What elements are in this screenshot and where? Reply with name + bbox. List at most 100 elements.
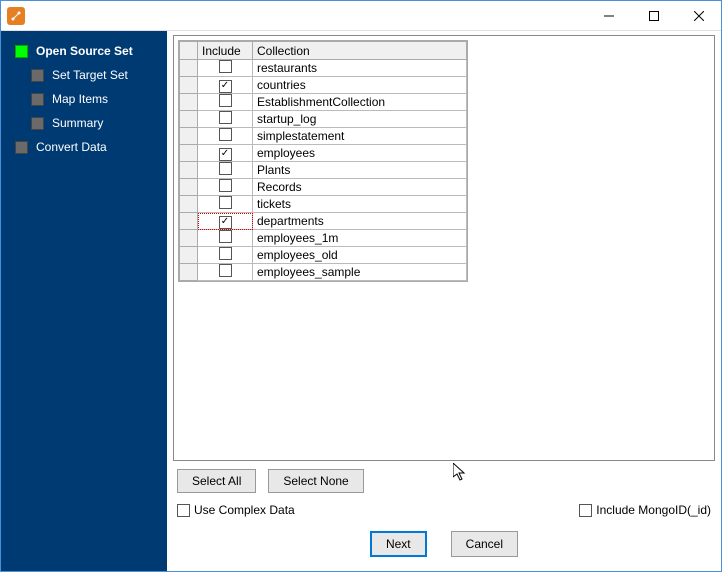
nav-item-label: Open Source Set [36,44,133,58]
include-checkbox[interactable] [219,264,232,277]
nav-step-icon [15,45,28,58]
app-window: Open Source Set Set Target SetMap Items Su… [0,0,722,572]
include-cell[interactable] [198,94,253,111]
minimize-button[interactable] [586,1,631,30]
collection-cell[interactable]: tickets [253,196,467,213]
nav-item-map-items[interactable]: Map Items [1,87,167,111]
collection-cell[interactable]: EstablishmentCollection [253,94,467,111]
table-row: simplestatement [180,128,467,145]
column-header-rownum[interactable] [180,42,198,60]
include-checkbox[interactable] [219,94,232,107]
collection-cell[interactable]: employees_sample [253,264,467,281]
options-row: Use Complex Data Include MongoID(_id) [173,497,715,521]
include-checkbox[interactable] [219,162,232,175]
nav-item-open-source-set[interactable]: Open Source Set [1,39,167,63]
column-header-collection[interactable]: Collection [253,42,467,60]
table-row: EstablishmentCollection [180,94,467,111]
nav-step-icon [31,93,44,106]
include-checkbox[interactable] [219,196,232,209]
nav-item-label: Convert Data [36,140,107,154]
maximize-button[interactable] [631,1,676,30]
row-header[interactable] [180,128,198,145]
select-buttons-row: Select All Select None [173,461,715,497]
nav-item-summary[interactable]: Summary [1,111,167,135]
nav-item-set-target-set[interactable]: Set Target Set [1,63,167,87]
include-cell[interactable] [198,60,253,77]
titlebar [1,1,721,31]
collection-cell[interactable]: countries [253,77,467,94]
collections-table: Include Collection restaurants ✓ countries… [179,41,467,281]
row-header[interactable] [180,60,198,77]
include-cell[interactable]: ✓ [198,77,253,94]
nav-item-convert-data[interactable]: Convert Data [1,135,167,159]
table-row: restaurants [180,60,467,77]
include-cell[interactable] [198,264,253,281]
use-complex-data-label: Use Complex Data [194,503,295,517]
collection-cell[interactable]: Plants [253,162,467,179]
select-all-button[interactable]: Select All [177,469,256,493]
use-complex-data-option[interactable]: Use Complex Data [177,503,295,517]
collection-cell[interactable]: employees [253,145,467,162]
cancel-button[interactable]: Cancel [451,531,518,557]
table-row: ✓ departments [180,213,467,230]
include-mongoid-option[interactable]: Include MongoID(_id) [579,503,711,517]
nav-step-icon [31,69,44,82]
table-row: startup_log [180,111,467,128]
row-header[interactable] [180,213,198,230]
include-cell[interactable]: ✓ [198,145,253,162]
include-cell[interactable] [198,196,253,213]
select-none-button[interactable]: Select None [268,469,363,493]
include-checkbox[interactable] [219,247,232,260]
include-checkbox[interactable] [219,128,232,141]
collection-cell[interactable]: Records [253,179,467,196]
include-cell[interactable] [198,111,253,128]
include-cell[interactable] [198,162,253,179]
include-cell[interactable] [198,179,253,196]
include-cell[interactable] [198,230,253,247]
wizard-sidebar: Open Source Set Set Target SetMap Items Su… [1,31,167,571]
row-header[interactable] [180,111,198,128]
collections-table-wrap: Include Collection restaurants ✓ countries… [178,40,468,282]
include-checkbox[interactable] [219,60,232,73]
row-header[interactable] [180,264,198,281]
include-checkbox[interactable] [219,230,232,243]
collection-cell[interactable]: employees_1m [253,230,467,247]
row-header[interactable] [180,162,198,179]
row-header[interactable] [180,247,198,264]
include-checkbox[interactable]: ✓ [219,80,232,93]
close-button[interactable] [676,1,721,30]
table-row: employees_old [180,247,467,264]
column-header-include[interactable]: Include [198,42,253,60]
include-checkbox[interactable] [219,111,232,124]
include-checkbox[interactable]: ✓ [219,216,232,229]
include-cell[interactable]: ✓ [198,213,253,230]
collection-cell[interactable]: restaurants [253,60,467,77]
table-row: Records [180,179,467,196]
collection-cell[interactable]: simplestatement [253,128,467,145]
include-cell[interactable] [198,247,253,264]
collection-cell[interactable]: departments [253,213,467,230]
app-icon [7,7,25,25]
row-header[interactable] [180,145,198,162]
footer-buttons: Next Cancel [173,521,715,565]
include-checkbox[interactable]: ✓ [219,148,232,161]
nav-item-label: Summary [52,116,103,130]
row-header[interactable] [180,77,198,94]
table-row: ✓ employees [180,145,467,162]
table-row: ✓ countries [180,77,467,94]
row-header[interactable] [180,179,198,196]
collection-cell[interactable]: employees_old [253,247,467,264]
table-row: employees_1m [180,230,467,247]
include-mongoid-checkbox[interactable] [579,504,592,517]
row-header[interactable] [180,196,198,213]
collection-cell[interactable]: startup_log [253,111,467,128]
nav-step-icon [31,117,44,130]
include-cell[interactable] [198,128,253,145]
collections-panel: Include Collection restaurants ✓ countries… [173,35,715,461]
include-checkbox[interactable] [219,179,232,192]
include-mongoid-label: Include MongoID(_id) [596,503,711,517]
row-header[interactable] [180,230,198,247]
use-complex-data-checkbox[interactable] [177,504,190,517]
row-header[interactable] [180,94,198,111]
next-button[interactable]: Next [370,531,427,557]
